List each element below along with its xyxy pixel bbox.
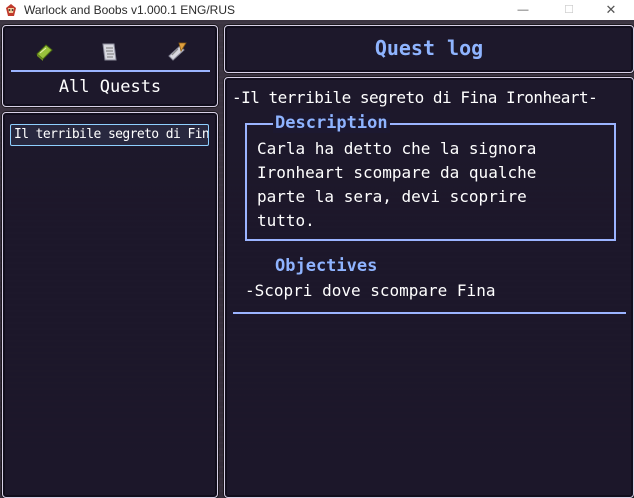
close-button[interactable]: ✕	[588, 0, 634, 20]
category-divider	[11, 70, 210, 72]
quest-list-panel: Il terribile segreto di Fina Ironheart	[2, 112, 218, 498]
window-title: Warlock and Boobs v1.000.1 ENG/RUS	[24, 3, 235, 17]
minimize-button[interactable]: —	[500, 0, 546, 20]
category-label[interactable]: All Quests	[3, 77, 217, 97]
book-icon[interactable]	[32, 40, 56, 64]
description-line: Ironheart scompare da qualche	[257, 163, 537, 182]
page-title: Quest log	[374, 36, 484, 60]
window-title-bar: Warlock and Boobs v1.000.1 ENG/RUS — ☐ ✕	[0, 0, 634, 21]
objectives-heading: Objectives	[275, 256, 378, 276]
game-screen: All Quests Il terribile segreto di Fina …	[0, 20, 634, 498]
quest-list-item[interactable]: Il terribile segreto di Fina Ironheart	[10, 124, 209, 146]
quest-detail-panel: -Il terribile segreto di Fina Ironheart-…	[224, 77, 634, 498]
description-line: Carla ha detto che la signora	[257, 139, 537, 158]
quest-name: -Il terribile segreto di Fina Ironheart-	[232, 88, 598, 107]
description-box: Description Carla ha detto che la signor…	[245, 113, 616, 241]
app-icon	[6, 4, 16, 16]
quest-log-header: Quest log	[224, 25, 634, 73]
scroll-icon[interactable]	[97, 40, 121, 64]
detail-divider	[233, 312, 626, 314]
category-panel: All Quests	[2, 25, 218, 107]
quill-scroll-icon[interactable]	[165, 40, 189, 64]
description-line: tutto.	[257, 211, 315, 230]
description-text: Carla ha detto che la signora Ironheart …	[257, 137, 597, 233]
description-line: parte la sera, devi scoprire	[257, 187, 527, 206]
maximize-button[interactable]: ☐	[546, 0, 592, 20]
objective-item: -Scopri dove scompare Fina	[245, 281, 496, 300]
description-heading: Description	[273, 113, 390, 133]
